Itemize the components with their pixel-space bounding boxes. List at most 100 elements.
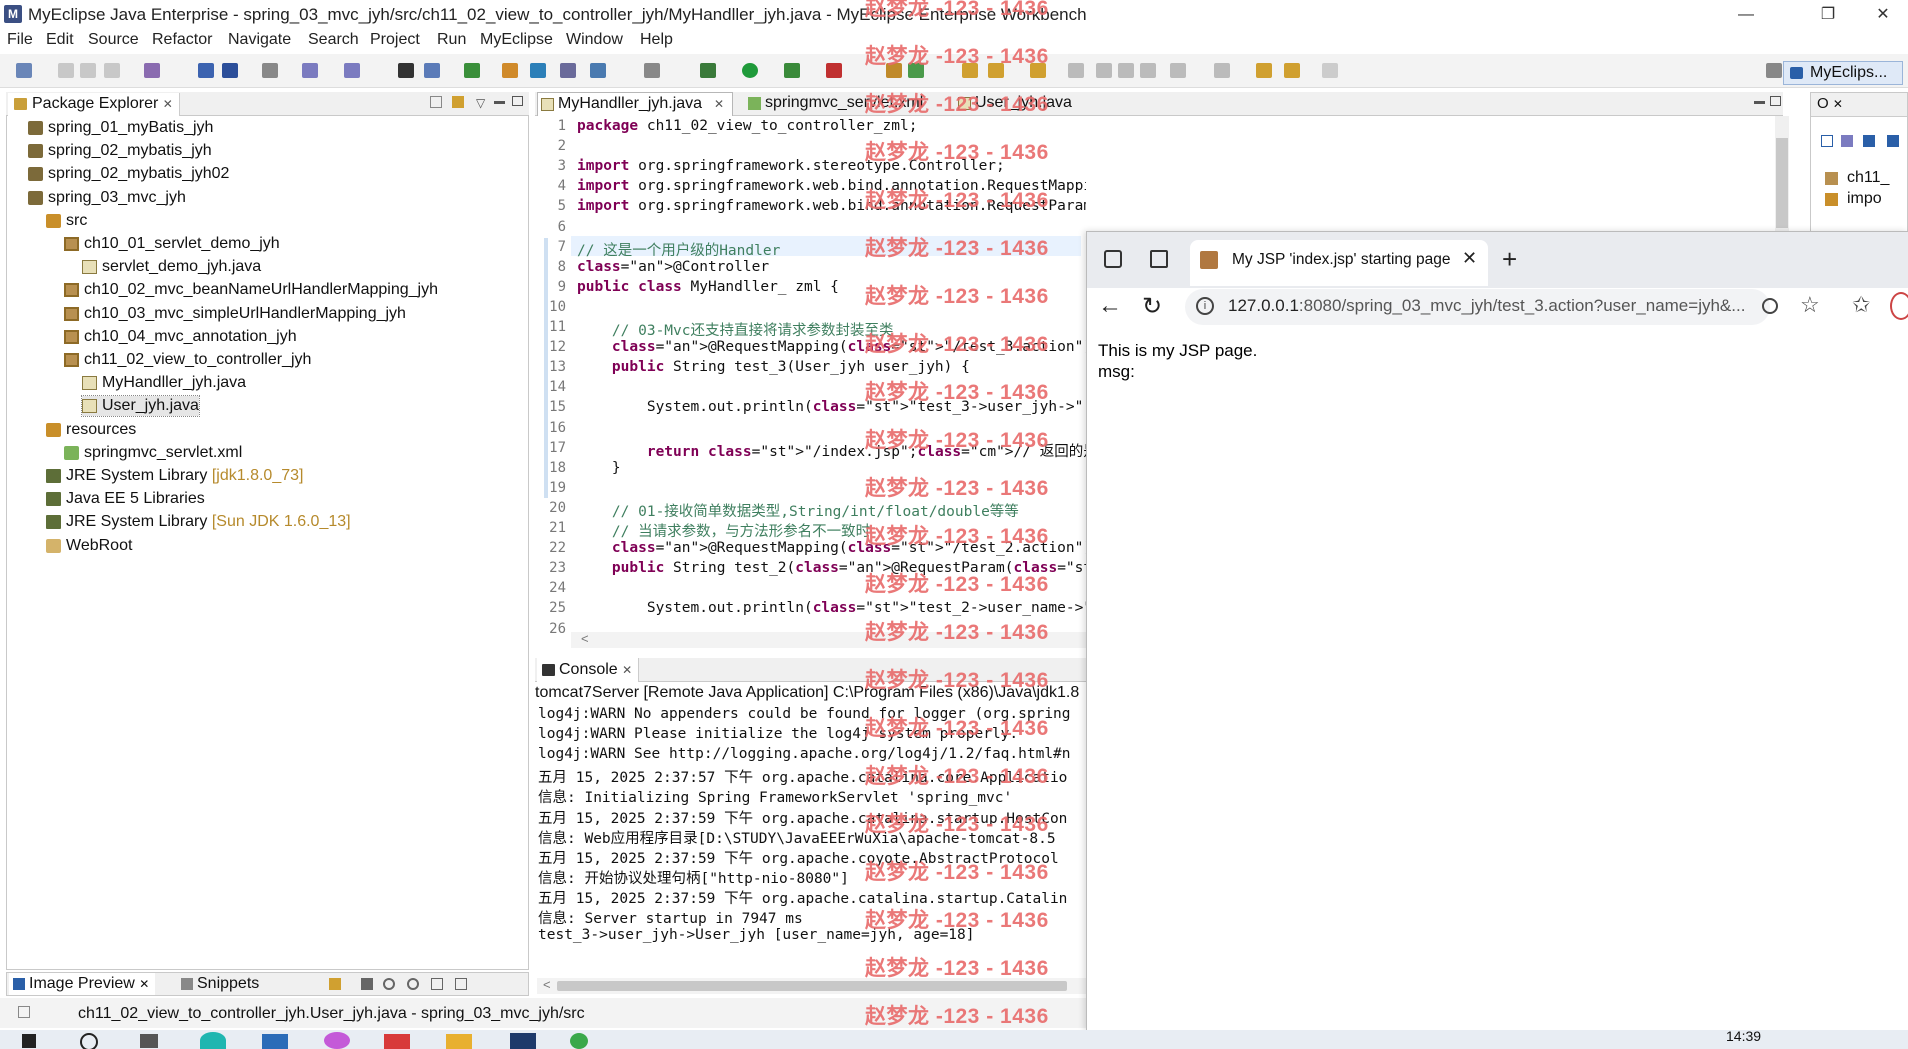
- minimize-view-icon[interactable]: [494, 101, 505, 104]
- menu-edit[interactable]: Edit: [46, 31, 74, 49]
- edge-icon[interactable]: [200, 1032, 226, 1049]
- tree-item[interactable]: ch11_02_view_to_controller_jyh: [64, 350, 311, 370]
- code-line[interactable]: }: [577, 460, 621, 476]
- outline-item-imports[interactable]: impo: [1825, 190, 1882, 208]
- tree-item[interactable]: JRE System Library [jdk1.8.0_73]: [46, 466, 303, 486]
- maximize-editor-icon[interactable]: [1770, 96, 1781, 106]
- save-icon[interactable]: [58, 63, 74, 78]
- close-icon[interactable]: ✕: [1833, 97, 1843, 111]
- scrollbar-thumb[interactable]: [557, 981, 1067, 991]
- last-edit-icon[interactable]: [1256, 63, 1272, 78]
- zoom-out-icon[interactable]: [383, 978, 395, 990]
- open-type-icon[interactable]: [262, 63, 278, 78]
- workspaces-icon[interactable]: [1104, 250, 1122, 268]
- favorite-star-icon[interactable]: ☆: [1800, 292, 1820, 318]
- code-line[interactable]: class="an">@Controller: [577, 259, 769, 275]
- perspective-icon[interactable]: [398, 63, 414, 78]
- tree-item[interactable]: resources: [46, 420, 136, 440]
- grid-icon[interactable]: [455, 978, 467, 990]
- launch-icon[interactable]: [344, 63, 360, 78]
- image-preview-tab[interactable]: Image Preview ✕: [9, 973, 156, 995]
- tree-item[interactable]: ch10_03_mvc_simpleUrlHandlerMapping_jyh: [64, 304, 406, 324]
- view-menu-icon[interactable]: ▽: [476, 96, 485, 110]
- start-icon[interactable]: [22, 1034, 36, 1048]
- close-icon[interactable]: ✕: [714, 93, 724, 115]
- code-line[interactable]: public String test_3(User_jyh user_jyh) …: [577, 359, 970, 375]
- search-icon[interactable]: [80, 1033, 98, 1049]
- menu-project[interactable]: Project: [370, 31, 420, 49]
- menu-run[interactable]: Run: [437, 31, 466, 49]
- back-icon[interactable]: [1284, 63, 1300, 78]
- actual-size-icon[interactable]: [431, 978, 443, 990]
- new-class-icon[interactable]: [560, 63, 576, 78]
- menu-search[interactable]: Search: [308, 31, 359, 49]
- tree-item[interactable]: spring_02_mybatis_jyh02: [28, 164, 229, 184]
- external-tools-icon[interactable]: [826, 63, 842, 78]
- code-line[interactable]: package ch11_02_view_to_controller_zml;: [577, 118, 917, 134]
- block-icon[interactable]: [1140, 63, 1156, 78]
- tree-item[interactable]: springmvc_servlet.xml: [64, 443, 242, 463]
- profile-icon[interactable]: [1890, 292, 1908, 320]
- tree-item[interactable]: ch10_02_mvc_beanNameUrlHandlerMapping_jy…: [64, 280, 438, 300]
- print-icon[interactable]: [104, 63, 120, 78]
- refresh-preview-icon[interactable]: [329, 978, 341, 990]
- menu-navigate[interactable]: Navigate: [228, 31, 291, 49]
- save-all-icon[interactable]: [80, 63, 96, 78]
- code-line[interactable]: // 这是一个用户级的Handler: [577, 239, 780, 260]
- mark-icon[interactable]: [1096, 63, 1112, 78]
- minimize-button[interactable]: —: [1716, 0, 1776, 30]
- tree-item[interactable]: src: [46, 211, 87, 231]
- browser-icon[interactable]: [464, 63, 480, 78]
- toggle-icon[interactable]: [1118, 63, 1134, 78]
- myeclipse-taskbar-icon[interactable]: [510, 1033, 536, 1049]
- code-line[interactable]: // 当请求参数，与方法形参名不一致时: [577, 520, 870, 541]
- debug-icon[interactable]: [700, 63, 716, 78]
- menu-refactor[interactable]: Refactor: [152, 31, 212, 49]
- globe-icon[interactable]: [590, 63, 606, 78]
- code-line[interactable]: // 01-接收简单数据类型,String/int/float/double等等: [577, 500, 1019, 521]
- tree-item[interactable]: WebRoot: [46, 536, 132, 556]
- site-info-icon[interactable]: i: [1196, 297, 1214, 315]
- open-perspective-icon[interactable]: [1766, 63, 1782, 78]
- code-line[interactable]: public class MyHandller_ zml {: [577, 279, 839, 295]
- copilot-icon[interactable]: [324, 1032, 350, 1049]
- run-icon[interactable]: [742, 63, 758, 78]
- prev-annotation-icon[interactable]: [1214, 63, 1230, 78]
- collapse-icon[interactable]: [1821, 135, 1833, 147]
- scroll-left-icon[interactable]: <: [581, 631, 589, 646]
- close-button[interactable]: ✕: [1860, 0, 1906, 30]
- wechat-icon[interactable]: [570, 1033, 588, 1049]
- next-annotation-icon[interactable]: [1170, 63, 1186, 78]
- code-line[interactable]: // 03-Mvc还支持直接将请求参数封装至类: [577, 319, 894, 340]
- file-explorer-icon[interactable]: [446, 1034, 472, 1049]
- fit-icon[interactable]: [361, 978, 373, 990]
- reload-icon[interactable]: ↻: [1142, 292, 1162, 321]
- hide-static-icon[interactable]: [1887, 135, 1899, 147]
- tree-item[interactable]: ch10_01_servlet_demo_jyh: [64, 234, 280, 254]
- minimize-editor-icon[interactable]: [1754, 101, 1765, 104]
- menu-myeclipse[interactable]: MyEclipse: [480, 31, 553, 49]
- perspective-switcher[interactable]: MyEclips...: [1783, 61, 1903, 85]
- outline-item-class[interactable]: ch11_: [1825, 169, 1889, 187]
- tree-item[interactable]: User_jyh.java: [81, 395, 200, 418]
- office-icon[interactable]: [384, 1034, 410, 1049]
- scrollbar-thumb[interactable]: [1776, 138, 1788, 228]
- tree-item[interactable]: Java EE 5 Libraries: [46, 489, 205, 509]
- close-icon[interactable]: ✕: [622, 663, 632, 677]
- forward-icon[interactable]: [1322, 63, 1338, 78]
- tree-item[interactable]: ch10_04_mvc_annotation_jyh: [64, 327, 297, 347]
- run-config-icon[interactable]: [784, 63, 800, 78]
- scroll-left-icon[interactable]: <: [543, 977, 551, 992]
- pin-icon[interactable]: [1068, 63, 1084, 78]
- sort-icon[interactable]: [1841, 135, 1853, 147]
- tree-item[interactable]: spring_03_mvc_jyh: [28, 188, 186, 208]
- maximize-button[interactable]: ❐: [1798, 0, 1858, 30]
- snippets-tab[interactable]: Snippets: [177, 973, 265, 995]
- zoom-icon[interactable]: [1762, 298, 1778, 314]
- package-explorer-tab[interactable]: Package Explorer ✕: [8, 93, 180, 116]
- tree-item[interactable]: spring_01_myBatis_jyh: [28, 118, 213, 138]
- menu-file[interactable]: File: [7, 31, 33, 49]
- tree-item[interactable]: JRE System Library [Sun JDK 1.6.0_13]: [46, 512, 351, 532]
- open-folder-icon[interactable]: [502, 63, 518, 78]
- favorites-icon[interactable]: ✩: [1852, 292, 1870, 318]
